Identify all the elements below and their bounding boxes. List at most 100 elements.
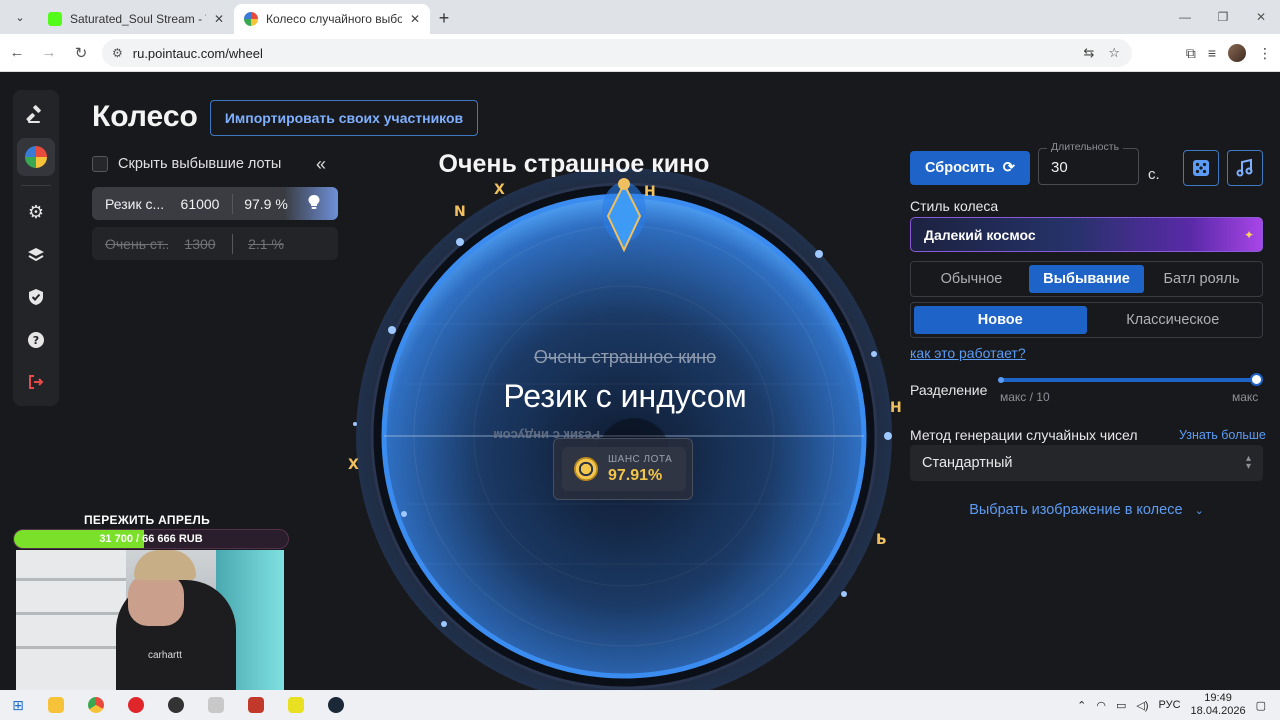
- duration-field[interactable]: Длительность 30: [1038, 141, 1139, 185]
- settings-gear-icon[interactable]: ⚙: [17, 194, 55, 231]
- split-slider-thumb[interactable]: [1250, 373, 1263, 386]
- duration-legend: Длительность: [1047, 141, 1124, 153]
- mode-option-elimination[interactable]: Выбывание: [1029, 265, 1144, 293]
- logout-icon[interactable]: [17, 364, 55, 401]
- taskbar-explorer-icon[interactable]: [36, 690, 76, 720]
- volume-icon[interactable]: ◁): [1136, 699, 1148, 712]
- tab-search-icon[interactable]: ⌄: [6, 3, 34, 31]
- webcam-shelf: [16, 550, 126, 690]
- address-bar[interactable]: ⚙ ru.pointauc.com/wheel ⇆ ☆: [102, 39, 1132, 67]
- taskbar-opera-icon[interactable]: [116, 690, 156, 720]
- forward-icon[interactable]: →: [34, 38, 64, 68]
- app-root: ⚙ ? Колесо Импортировать своих участнико…: [0, 72, 1280, 690]
- profile-avatar[interactable]: [1228, 44, 1246, 62]
- reset-button[interactable]: Сбросить ⟳: [910, 151, 1030, 185]
- lot-name: Очень ст...: [105, 235, 168, 252]
- mode-option-battle-royale[interactable]: Батл рояль: [1144, 265, 1259, 293]
- lightbulb-icon[interactable]: [299, 194, 329, 214]
- rng-learn-more-link[interactable]: Узнать больше: [1179, 428, 1266, 442]
- rng-method-select[interactable]: Стандартный ▴ ▾: [910, 445, 1263, 481]
- music-button[interactable]: [1227, 150, 1263, 186]
- submode-option-classic[interactable]: Классическое: [1087, 306, 1260, 334]
- how-it-works-link[interactable]: как это работает?: [910, 345, 1026, 361]
- page-title: Колесо: [92, 100, 198, 133]
- language-indicator[interactable]: РУС: [1159, 699, 1181, 711]
- hide-eliminated-checkbox[interactable]: [92, 156, 108, 172]
- tray-chevron-up-icon[interactable]: ⌃: [1077, 699, 1086, 712]
- submode-option-new[interactable]: Новое: [914, 306, 1087, 334]
- site-info-icon[interactable]: ⚙: [112, 46, 123, 60]
- svg-text:Ь: Ь: [876, 532, 887, 548]
- chance-label: ШАНС ЛОТА: [608, 453, 673, 465]
- reload-icon[interactable]: ↻: [66, 38, 96, 68]
- minimize-icon[interactable]: —: [1166, 0, 1204, 34]
- extensions-icon[interactable]: ⧉: [1186, 45, 1196, 62]
- lot-row[interactable]: Резик с... 61000 97.9 %: [92, 187, 338, 220]
- taskbar-app-icon[interactable]: [276, 690, 316, 720]
- wheel-style-label: Стиль колеса: [910, 198, 999, 214]
- svg-text:X: X: [494, 182, 505, 198]
- webcam-overlay: carhartt: [16, 550, 284, 690]
- system-tray: ⌃ ◠ ▭ ◁) РУС 19:49 18.04.2026 ▢: [1077, 690, 1280, 720]
- refresh-icon: ⟳: [1002, 160, 1015, 176]
- new-tab-icon[interactable]: +: [430, 4, 458, 32]
- winner-title: Очень страшное кино: [438, 150, 710, 178]
- donation-goal-bar: 31 700 / 66 666 RUB: [13, 529, 289, 549]
- shield-check-icon[interactable]: [17, 279, 55, 316]
- network-icon[interactable]: ◠: [1096, 699, 1106, 712]
- coin-icon: [574, 457, 598, 481]
- browser-tab-1[interactable]: Колесо случайного выбора – P ✕: [234, 4, 430, 34]
- bookmark-star-icon[interactable]: ☆: [1108, 45, 1120, 61]
- wheel-pie-icon[interactable]: [17, 138, 55, 176]
- split-slider-track[interactable]: [1001, 378, 1257, 382]
- help-icon[interactable]: ?: [17, 321, 55, 358]
- menu-dots-icon[interactable]: ⋮: [1258, 45, 1272, 62]
- side-rail: ⚙ ?: [13, 90, 59, 406]
- split-slider-start: [998, 377, 1004, 383]
- taskbar-obs-icon[interactable]: [156, 690, 196, 720]
- choose-image-label: Выбрать изображение в колесе: [969, 502, 1183, 518]
- current-lot-name: Резик с индусом: [503, 378, 747, 414]
- random-dice-button[interactable]: [1183, 150, 1219, 186]
- browser-tab-0[interactable]: Saturated_Soul Stream - Watch ✕: [38, 4, 234, 34]
- lot-row[interactable]: Очень ст... 1300 2.1 %: [92, 227, 338, 260]
- translate-icon[interactable]: ⇆: [1083, 45, 1094, 61]
- browser-tabbar: ⌄ Saturated_Soul Stream - Watch ✕ Колесо…: [0, 0, 1280, 34]
- lot-amount: 61000: [180, 195, 220, 212]
- mode-option-normal[interactable]: Обычное: [914, 265, 1029, 293]
- taskbar-steam-icon[interactable]: [316, 690, 356, 720]
- music-note-icon: [1236, 158, 1253, 177]
- close-tab-icon[interactable]: ✕: [410, 12, 420, 26]
- rail-divider: [21, 184, 51, 186]
- collapse-panel-icon[interactable]: «: [316, 154, 326, 175]
- hide-eliminated-row[interactable]: Скрыть выбывшие лоты: [92, 156, 281, 172]
- hide-eliminated-label: Скрыть выбывшие лоты: [118, 156, 282, 172]
- wheel-style-select[interactable]: Далекий космос ✦: [910, 217, 1263, 252]
- lot-chance-card: ШАНС ЛОТА 97.91%: [553, 438, 693, 500]
- split-label: Разделение: [910, 382, 988, 398]
- battery-icon[interactable]: ▭: [1116, 699, 1126, 712]
- choose-wheel-image-link[interactable]: Выбрать изображение в колесе ⌄: [910, 502, 1263, 518]
- windows-start-icon[interactable]: ⊞: [0, 697, 36, 714]
- close-window-icon[interactable]: ✕: [1242, 0, 1280, 34]
- media-icon[interactable]: ≡: [1208, 45, 1216, 61]
- split-max-label: макс: [1232, 390, 1259, 404]
- lot-amount: 1300: [184, 235, 216, 252]
- maximize-icon[interactable]: ❐: [1204, 0, 1242, 34]
- svg-text:H: H: [890, 400, 902, 416]
- import-participants-button[interactable]: Импортировать своих участников: [210, 100, 478, 136]
- taskbar-chrome-icon[interactable]: [76, 690, 116, 720]
- taskbar-app-icon[interactable]: [236, 690, 276, 720]
- layers-icon[interactable]: [17, 236, 55, 273]
- taskbar-app-icon[interactable]: [196, 690, 236, 720]
- close-tab-icon[interactable]: ✕: [214, 12, 224, 26]
- wheel[interactable]: X N H H X Ь: [344, 154, 904, 690]
- clock[interactable]: 19:49 18.04.2026: [1191, 692, 1246, 718]
- notifications-icon[interactable]: ▢: [1256, 699, 1266, 712]
- submode-selector: Новое Классическое: [910, 302, 1263, 338]
- webcam-cap: [134, 550, 196, 580]
- back-icon[interactable]: ←: [2, 38, 32, 68]
- webcam-face: [128, 574, 184, 626]
- auction-gavel-icon[interactable]: [17, 96, 55, 133]
- wheel-graphic: X N H H X Ь: [348, 168, 902, 690]
